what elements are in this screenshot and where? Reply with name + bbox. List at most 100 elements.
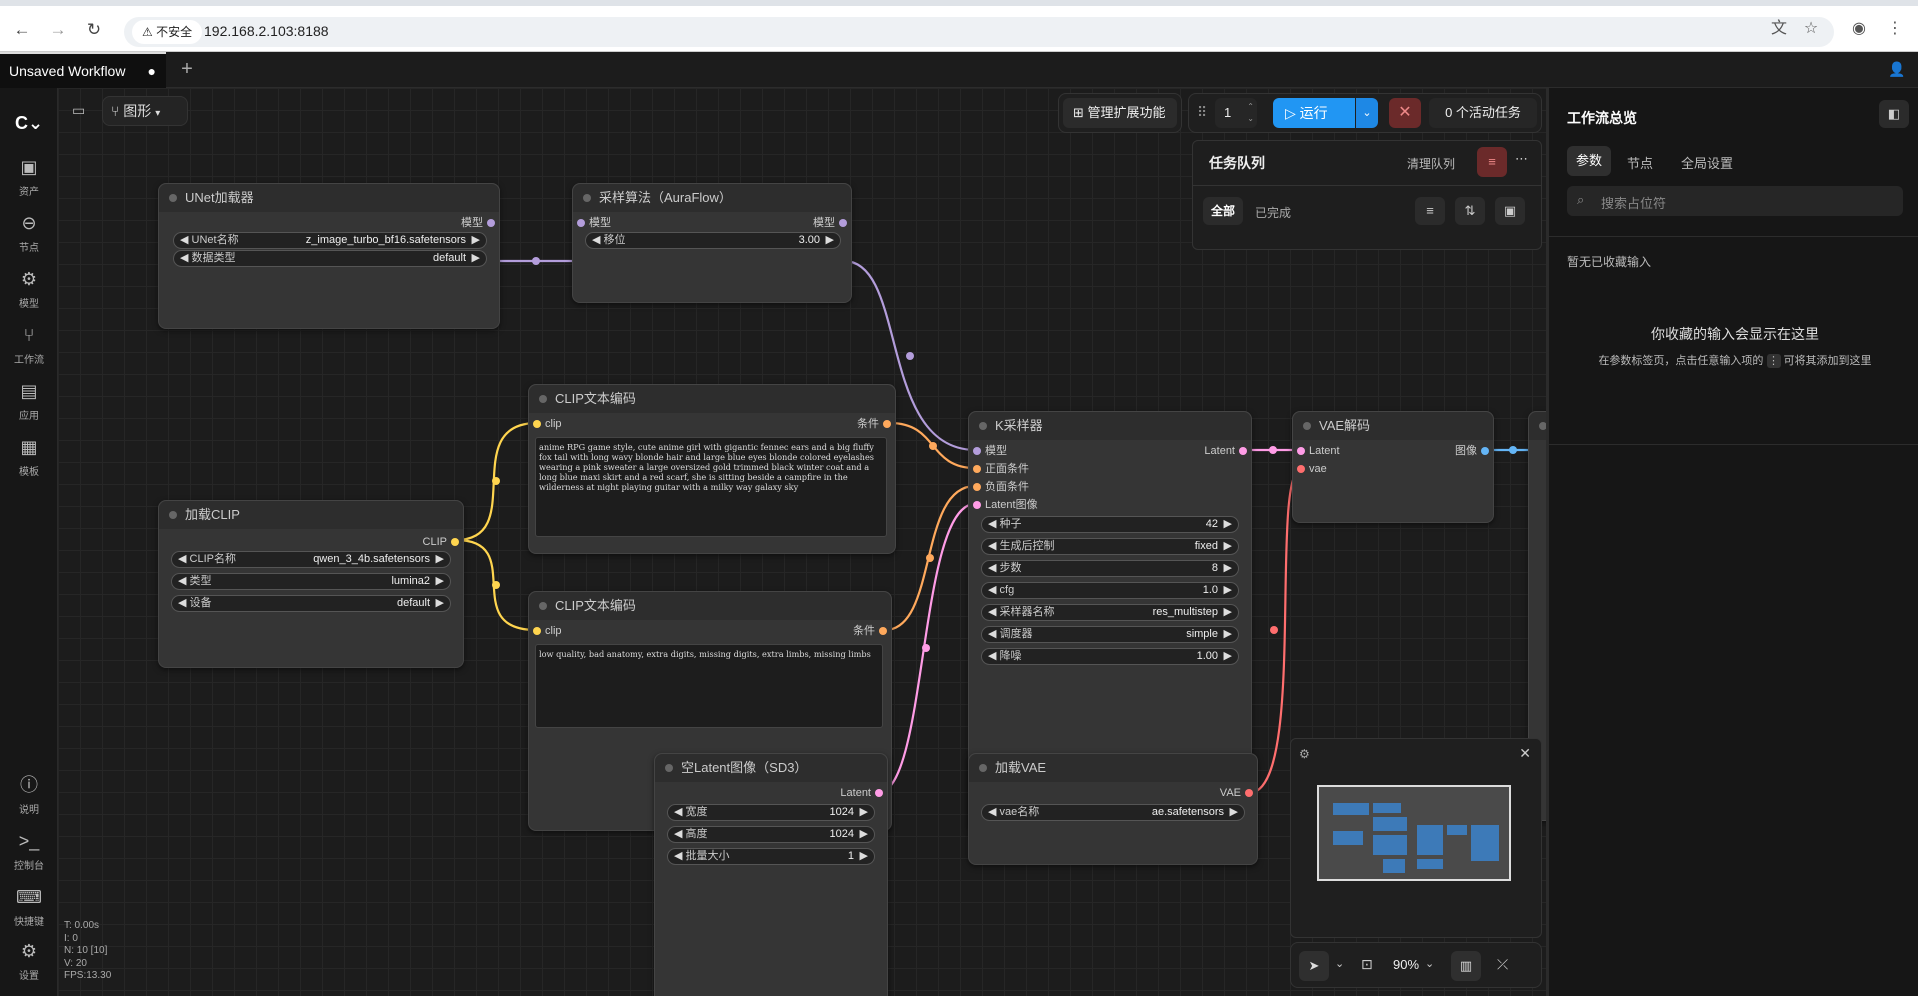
widget-batch-size[interactable]: 批量大小 1 ▶	[667, 848, 875, 865]
node-title[interactable]: VAE解码	[1293, 412, 1493, 440]
more-options-icon[interactable]: ⋯	[1515, 151, 1528, 167]
widget-cfg[interactable]: cfg 1.0 ▶	[981, 582, 1239, 599]
user-icon[interactable]: 👤	[1888, 61, 1906, 79]
forward-icon[interactable]: →	[48, 20, 68, 40]
address-bar[interactable]: ⚠ 不安全 192.168.2.103:8188	[124, 17, 1834, 47]
widget-device[interactable]: 设备 default ▶	[171, 595, 451, 612]
sidebar-item-workflows[interactable]: ⑂ 工作流	[0, 324, 58, 366]
widget-scheduler[interactable]: 调度器 simple ▶	[981, 626, 1239, 643]
link-visibility-icon[interactable]: ⤫	[1497, 956, 1508, 973]
active-tasks-button[interactable]: 0 个活动任务	[1429, 98, 1537, 128]
output-slot-clip[interactable]	[451, 538, 459, 546]
widget-seed[interactable]: 种子 42 ▶	[981, 516, 1239, 533]
node-title[interactable]: CLIP文本编码	[529, 385, 895, 413]
node-empty-latent-sd3[interactable]: 空Latent图像（SD3） Latent 宽度 1024 ▶ 高度 1024 ▶ 批量…	[654, 753, 888, 996]
node-auraflow-sampling[interactable]: 采样算法（AuraFlow） 模型 模型 移位 3.00 ▶	[572, 183, 852, 303]
translate-icon[interactable]: 文	[1768, 18, 1790, 40]
sidebar-item-nodes[interactable]: ⊖ 节点	[0, 212, 58, 254]
view-mode-dropdown[interactable]: ⑂ 图形 ▾	[102, 96, 188, 126]
new-tab-button[interactable]: +	[176, 58, 198, 80]
profile-icon[interactable]: ◉	[1848, 18, 1870, 40]
widget-vae-name[interactable]: vae名称 ae.safetensors ▶	[981, 804, 1245, 821]
comfy-logo-button[interactable]: C⌄	[0, 112, 58, 134]
params-search-input[interactable]: ⌕ 搜索占位符	[1567, 186, 1903, 216]
node-title[interactable]: 采样算法（AuraFlow）	[573, 184, 851, 212]
node-title[interactable]: K采样器	[969, 412, 1251, 440]
widget-steps[interactable]: 步数 8 ▶	[981, 560, 1239, 577]
input-slot-positive[interactable]	[973, 465, 981, 473]
widget-unet-name[interactable]: UNet名称 z_image_turbo_bf16.safetensors ▶	[173, 232, 487, 249]
sidebar-item-settings[interactable]: ⚙ 设置	[0, 940, 58, 982]
prompt-textarea[interactable]: anime RPG game style, cute anime girl wi…	[535, 437, 887, 537]
drag-handle-icon[interactable]: ⠿	[1197, 104, 1207, 121]
output-slot-image[interactable]	[1481, 447, 1489, 455]
sidebar-item-shortcuts[interactable]: ⌨ 快捷键	[0, 886, 58, 928]
output-slot-model[interactable]	[839, 219, 847, 227]
sidebar-item-help[interactable]: ⓘ 说明	[0, 774, 58, 816]
sidebar-item-console[interactable]: >_ 控制台	[0, 830, 58, 872]
widget-sampler-name[interactable]: 采样器名称 res_multistep ▶	[981, 604, 1239, 621]
graph-canvas[interactable]: ▭ ⑂ 图形 ▾ ⊞ 管理扩展功能 ⠿ 1 ⌃ ⌄ ▷ 运行 ⌄ ✕ 0 个活动…	[58, 88, 1546, 996]
widget-clip-type[interactable]: 类型 lumina2 ▶	[171, 573, 451, 590]
zoom-level[interactable]: 90%	[1393, 957, 1419, 972]
url-text[interactable]: 192.168.2.103:8188	[204, 23, 329, 39]
input-slot-latent[interactable]	[1297, 447, 1305, 455]
minimap-panel[interactable]: ⚙ ✕	[1290, 738, 1542, 938]
fit-view-icon[interactable]: ⊡	[1361, 956, 1373, 973]
sidebar-item-assets[interactable]: ▣ 资产	[0, 156, 58, 198]
output-slot-vae[interactable]	[1245, 789, 1253, 797]
input-slot-model[interactable]	[577, 219, 585, 227]
input-slot-vae[interactable]	[1297, 465, 1305, 473]
queue-tab-done[interactable]: 已完成	[1255, 204, 1291, 221]
sidebar-item-models[interactable]: ⚙ 模型	[0, 268, 58, 310]
widget-height[interactable]: 高度 1024 ▶	[667, 826, 875, 843]
node-load-vae[interactable]: 加载VAE VAE vae名称 ae.safetensors ▶	[968, 753, 1258, 865]
cancel-run-button[interactable]: ✕	[1389, 98, 1421, 128]
tab-nodes[interactable]: 节点	[1627, 153, 1653, 172]
widget-shift[interactable]: 移位 3.00 ▶	[585, 232, 841, 249]
input-slot-clip[interactable]	[533, 627, 541, 635]
node-title[interactable]: 加载VAE	[969, 754, 1257, 782]
tab-params[interactable]: 参数	[1567, 146, 1611, 176]
output-slot-latent[interactable]	[1239, 447, 1247, 455]
negative-prompt-textarea[interactable]: low quality, bad anatomy, extra digits, …	[535, 644, 883, 728]
chevron-down-icon[interactable]: ⌄	[1335, 957, 1344, 970]
input-slot-latent[interactable]	[973, 501, 981, 509]
widget-denoise[interactable]: 降噪 1.00 ▶	[981, 648, 1239, 665]
queue-tab-all[interactable]: 全部	[1203, 197, 1243, 225]
input-slot-clip[interactable]	[533, 420, 541, 428]
node-title[interactable]	[1529, 412, 1546, 440]
image-view-icon[interactable]: ▣	[1495, 197, 1525, 225]
bookmark-star-icon[interactable]: ☆	[1800, 18, 1822, 40]
node-title[interactable]: 空Latent图像（SD3）	[655, 754, 887, 782]
input-slot-negative[interactable]	[973, 483, 981, 491]
clear-queue-button[interactable]: 清理队列	[1407, 155, 1455, 172]
node-clip-text-positive[interactable]: CLIP文本编码 clip 条件 anime RPG game style, c…	[528, 384, 896, 554]
node-title[interactable]: CLIP文本编码	[529, 592, 891, 620]
node-vae-decode[interactable]: VAE解码 Latent vae 图像	[1292, 411, 1494, 523]
sidebar-item-templates[interactable]: ▦ 模板	[0, 436, 58, 478]
back-icon[interactable]: ←	[12, 20, 32, 40]
widget-clip-name[interactable]: CLIP名称 qwen_3_4b.safetensors ▶	[171, 551, 451, 568]
close-minimap-icon[interactable]: ✕	[1519, 745, 1531, 762]
select-tool-icon[interactable]: ➤	[1299, 951, 1329, 981]
clear-queue-icon[interactable]: ≡	[1477, 147, 1507, 177]
minimap-viewport[interactable]	[1317, 785, 1511, 881]
minimap-settings-icon[interactable]: ⚙	[1299, 747, 1310, 761]
sidebar-item-apps[interactable]: ▤ 应用	[0, 380, 58, 422]
widget-control-after[interactable]: 生成后控制 fixed ▶	[981, 538, 1239, 555]
layout-toggle-icon[interactable]: ▭	[72, 102, 85, 119]
minimap-toggle-icon[interactable]: ▥	[1451, 951, 1481, 981]
run-mode-dropdown[interactable]: ⌄	[1356, 98, 1378, 128]
security-warning[interactable]: ⚠ 不安全	[132, 20, 203, 44]
node-title[interactable]: UNet加载器	[159, 184, 499, 212]
output-slot-conditioning[interactable]	[883, 420, 891, 428]
filter-icon[interactable]: ≡	[1415, 197, 1445, 225]
tab-global-settings[interactable]: 全局设置	[1681, 153, 1733, 172]
sort-icon[interactable]: ⇅	[1455, 197, 1485, 225]
decrement-icon[interactable]: ⌄	[1247, 104, 1254, 134]
panel-collapse-icon[interactable]: ◧	[1879, 100, 1909, 128]
chevron-down-icon[interactable]: ⌄	[1425, 957, 1434, 970]
batch-count-input[interactable]: 1 ⌃ ⌄	[1215, 98, 1257, 128]
output-slot-model[interactable]	[487, 219, 495, 227]
